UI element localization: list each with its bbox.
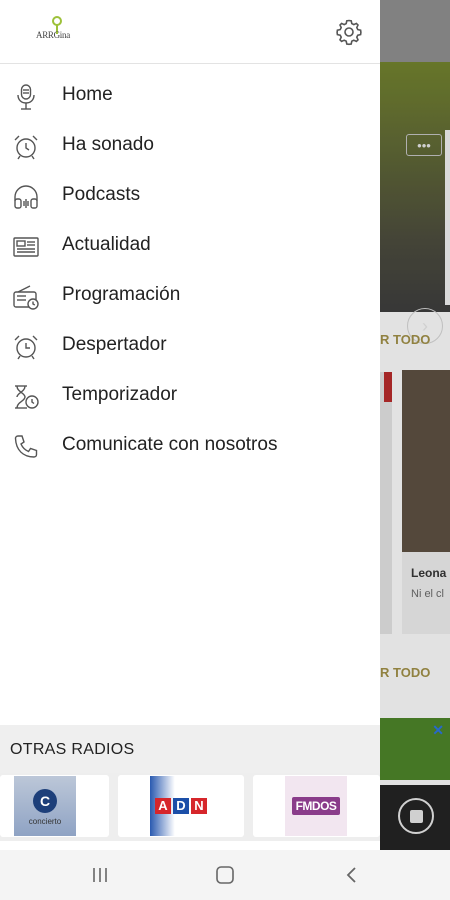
menu-item-label: Despertador <box>62 334 167 355</box>
scrim-overlay[interactable] <box>380 0 450 850</box>
menu-item-label: Ha sonado <box>62 134 154 155</box>
phone-icon <box>14 435 38 458</box>
menu-item-podcasts[interactable]: Podcasts <box>0 171 380 221</box>
menu-item-contacto[interactable]: Comunicate con nosotros <box>0 421 380 471</box>
menu-item-despertador[interactable]: Despertador <box>0 321 380 371</box>
chevron-left-icon <box>346 867 356 883</box>
adn-letter: N <box>191 798 207 814</box>
navigation-drawer: ARRGina Home Ha sonado Podcasts Actualid… <box>0 0 380 850</box>
other-radios-title: OTRAS RADIOS <box>10 741 135 758</box>
fmdos-logo: FMDOS <box>285 776 347 836</box>
fmdos-logo-text: FMDOS <box>291 797 341 815</box>
concierto-logo-letter: C <box>33 789 57 813</box>
other-radios-header: OTRAS RADIOS <box>0 725 380 773</box>
gear-icon[interactable] <box>335 18 363 46</box>
home-square-icon <box>216 866 234 884</box>
menu-item-home[interactable]: Home <box>0 71 380 121</box>
home-button[interactable] <box>205 860 245 890</box>
adn-letter: A <box>155 798 171 814</box>
recents-icon <box>93 868 107 882</box>
menu-item-label: Actualidad <box>62 234 151 255</box>
alarm-clock-icon <box>14 135 38 160</box>
app-logo: ARRGina <box>36 16 76 44</box>
alarm-icon <box>14 335 38 360</box>
radio-schedule-icon <box>13 285 39 310</box>
menu-item-label: Podcasts <box>62 184 141 205</box>
concierto-logo: C concierto <box>14 776 76 836</box>
menu-item-label: Home <box>62 84 113 105</box>
menu-item-label: Temporizador <box>62 384 178 405</box>
drawer-menu: Home Ha sonado Podcasts Actualidad Progr… <box>0 71 380 471</box>
menu-item-ha-sonado[interactable]: Ha sonado <box>0 121 380 171</box>
other-radios-carousel: C concierto A D N FMDOS <box>0 773 380 841</box>
radio-card-fmdos[interactable]: FMDOS <box>253 775 380 837</box>
newspaper-icon <box>13 237 39 257</box>
app-logo-text: ARRGina <box>36 30 70 40</box>
recent-apps-button[interactable] <box>80 860 120 890</box>
back-button[interactable] <box>332 860 372 890</box>
drawer-header: ARRGina <box>0 0 380 64</box>
background-app: ••• › R TODO Leona Ni el cl R TODO ✕ <box>380 0 450 850</box>
menu-item-label: Comunicate con nosotros <box>62 434 278 455</box>
concierto-logo-text: concierto <box>28 817 62 826</box>
radio-card-concierto[interactable]: C concierto <box>0 775 109 837</box>
adn-logo: A D N <box>150 776 212 836</box>
radio-card-adn[interactable]: A D N <box>118 775 244 837</box>
headphones-icon <box>14 185 38 209</box>
menu-item-temporizador[interactable]: Temporizador <box>0 371 380 421</box>
menu-item-programacion[interactable]: Programación <box>0 271 380 321</box>
menu-item-label: Programación <box>62 284 181 305</box>
menu-item-actualidad[interactable]: Actualidad <box>0 221 380 271</box>
hourglass-timer-icon <box>15 385 39 409</box>
system-nav-bar <box>0 850 450 900</box>
microphone-icon <box>17 84 35 110</box>
adn-letter: D <box>173 798 189 814</box>
